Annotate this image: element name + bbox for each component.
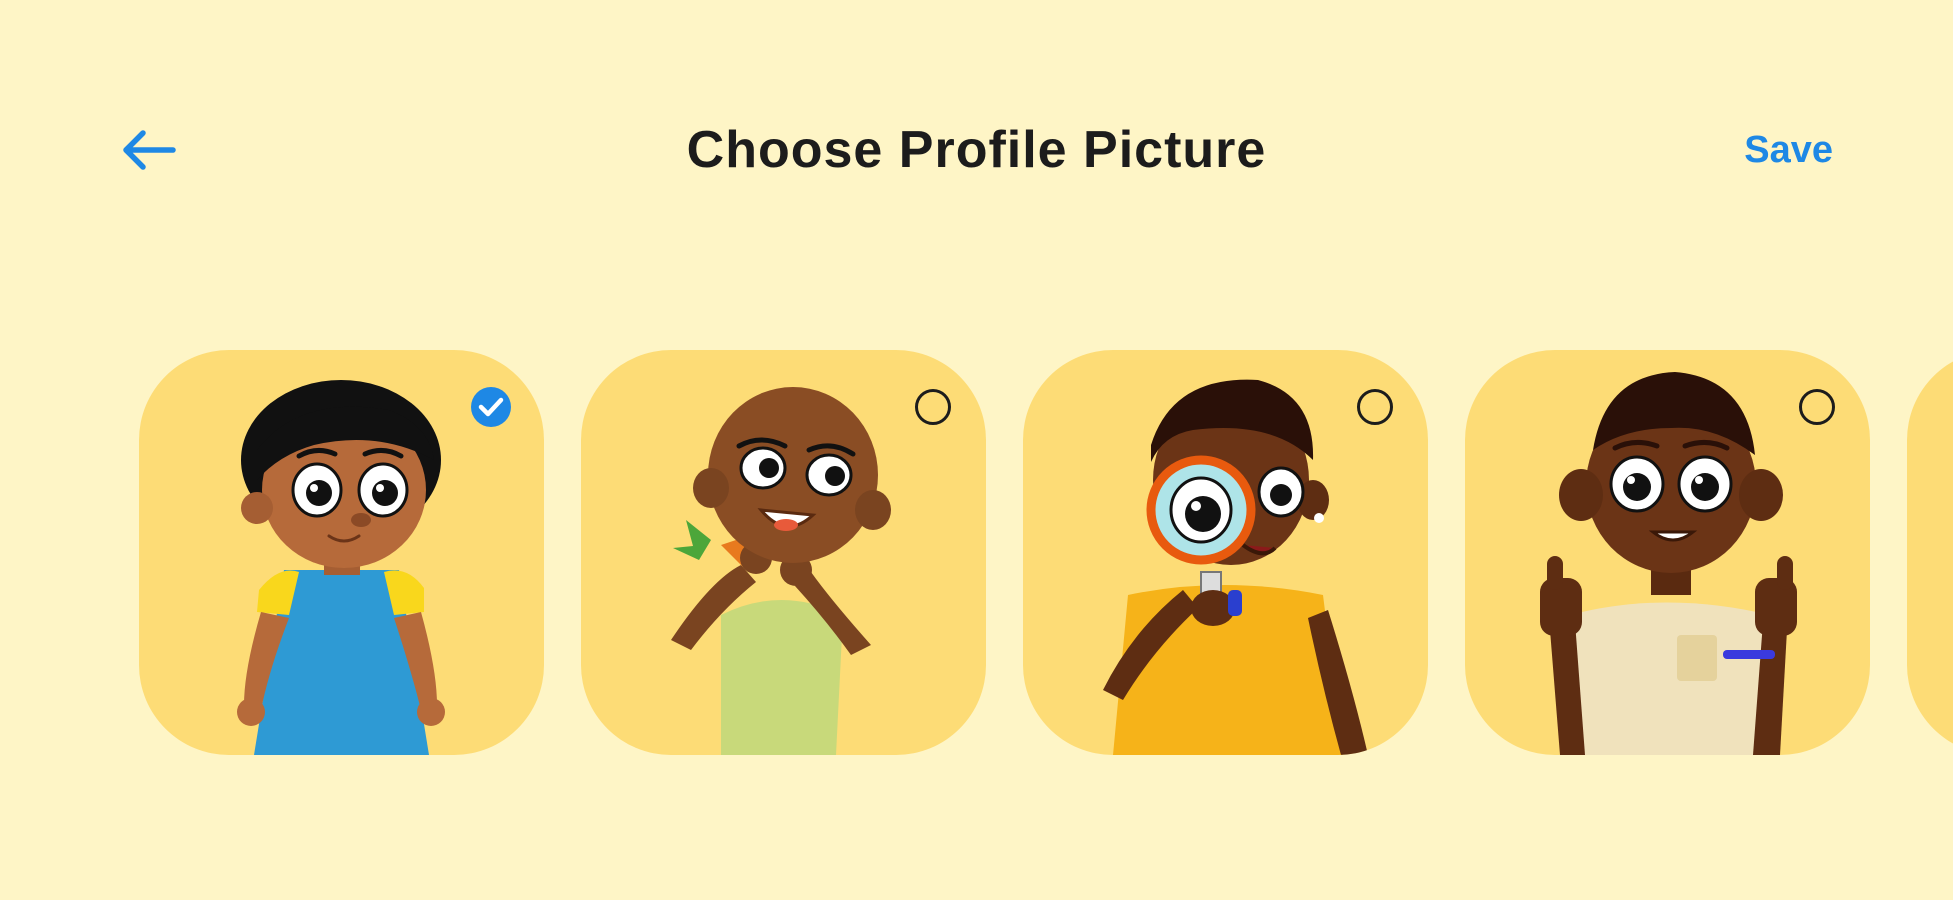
unselected-radio-icon [912, 386, 954, 428]
page-title: Choose Profile Picture [686, 121, 1267, 179]
avatar-option-3[interactable] [1023, 350, 1428, 755]
save-button[interactable]: Save [1744, 110, 1833, 190]
header-bar: Choose Profile Picture Save [0, 110, 1953, 190]
unselected-radio-icon [1796, 386, 1838, 428]
unselected-radio-icon [1354, 386, 1396, 428]
avatar-option-4[interactable] [1465, 350, 1870, 755]
profile-picture-screen: Choose Profile Picture Save [0, 0, 1953, 900]
avatar-option-1[interactable] [139, 350, 544, 755]
avatar-list [139, 350, 1953, 755]
selected-checkmark-icon [470, 386, 512, 428]
avatar-option-5[interactable] [1907, 350, 1953, 755]
avatar-option-2[interactable] [581, 350, 986, 755]
